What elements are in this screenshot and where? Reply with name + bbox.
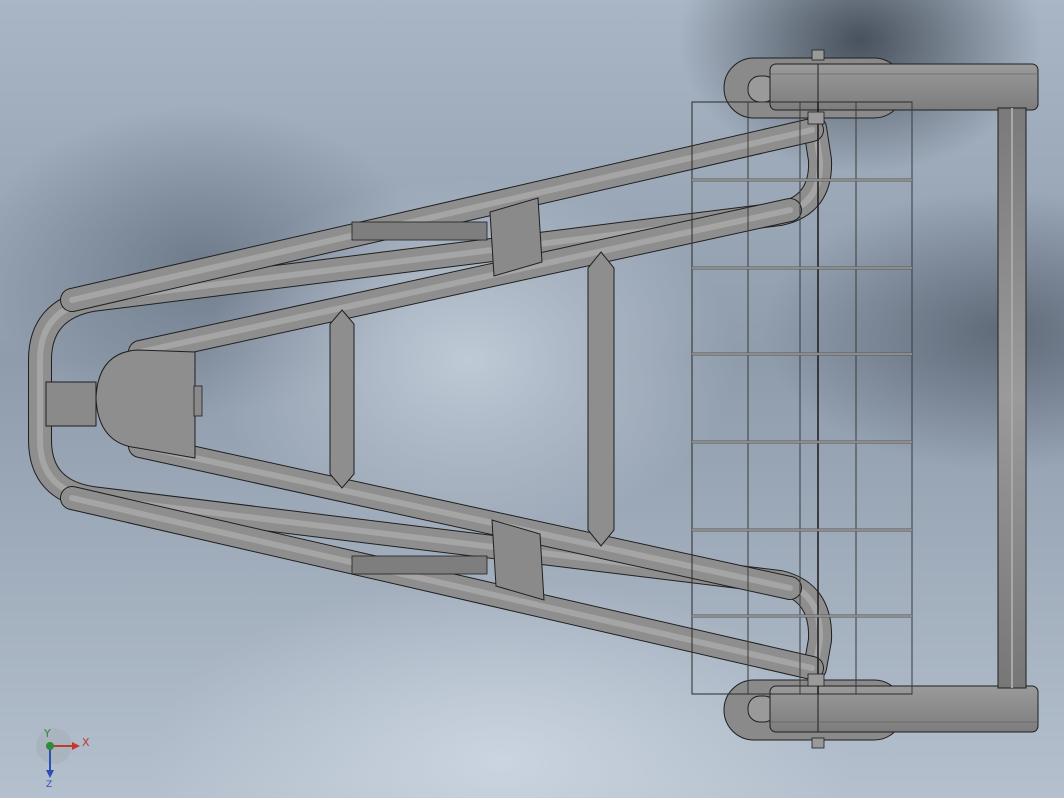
triad-x-label: X xyxy=(82,736,90,749)
triad-z-label: Z xyxy=(46,780,53,790)
caster-bottom[interactable] xyxy=(723,679,1039,749)
rear-axle-bar[interactable] xyxy=(997,107,1027,689)
graphics-viewport[interactable]: X Y Z xyxy=(0,0,1064,798)
caster-top[interactable] xyxy=(723,49,1039,119)
cart-frame-model[interactable] xyxy=(0,0,1064,798)
pivot-bolt-bottom xyxy=(807,673,825,687)
triad-y-label: Y xyxy=(44,727,51,740)
cross-brace-rear[interactable] xyxy=(587,251,615,547)
handle-mount[interactable] xyxy=(45,349,203,459)
cross-brace-front[interactable] xyxy=(329,309,355,489)
pivot-bolt-top xyxy=(807,111,825,125)
y-axis-dot xyxy=(46,742,54,750)
view-triad xyxy=(36,728,80,778)
